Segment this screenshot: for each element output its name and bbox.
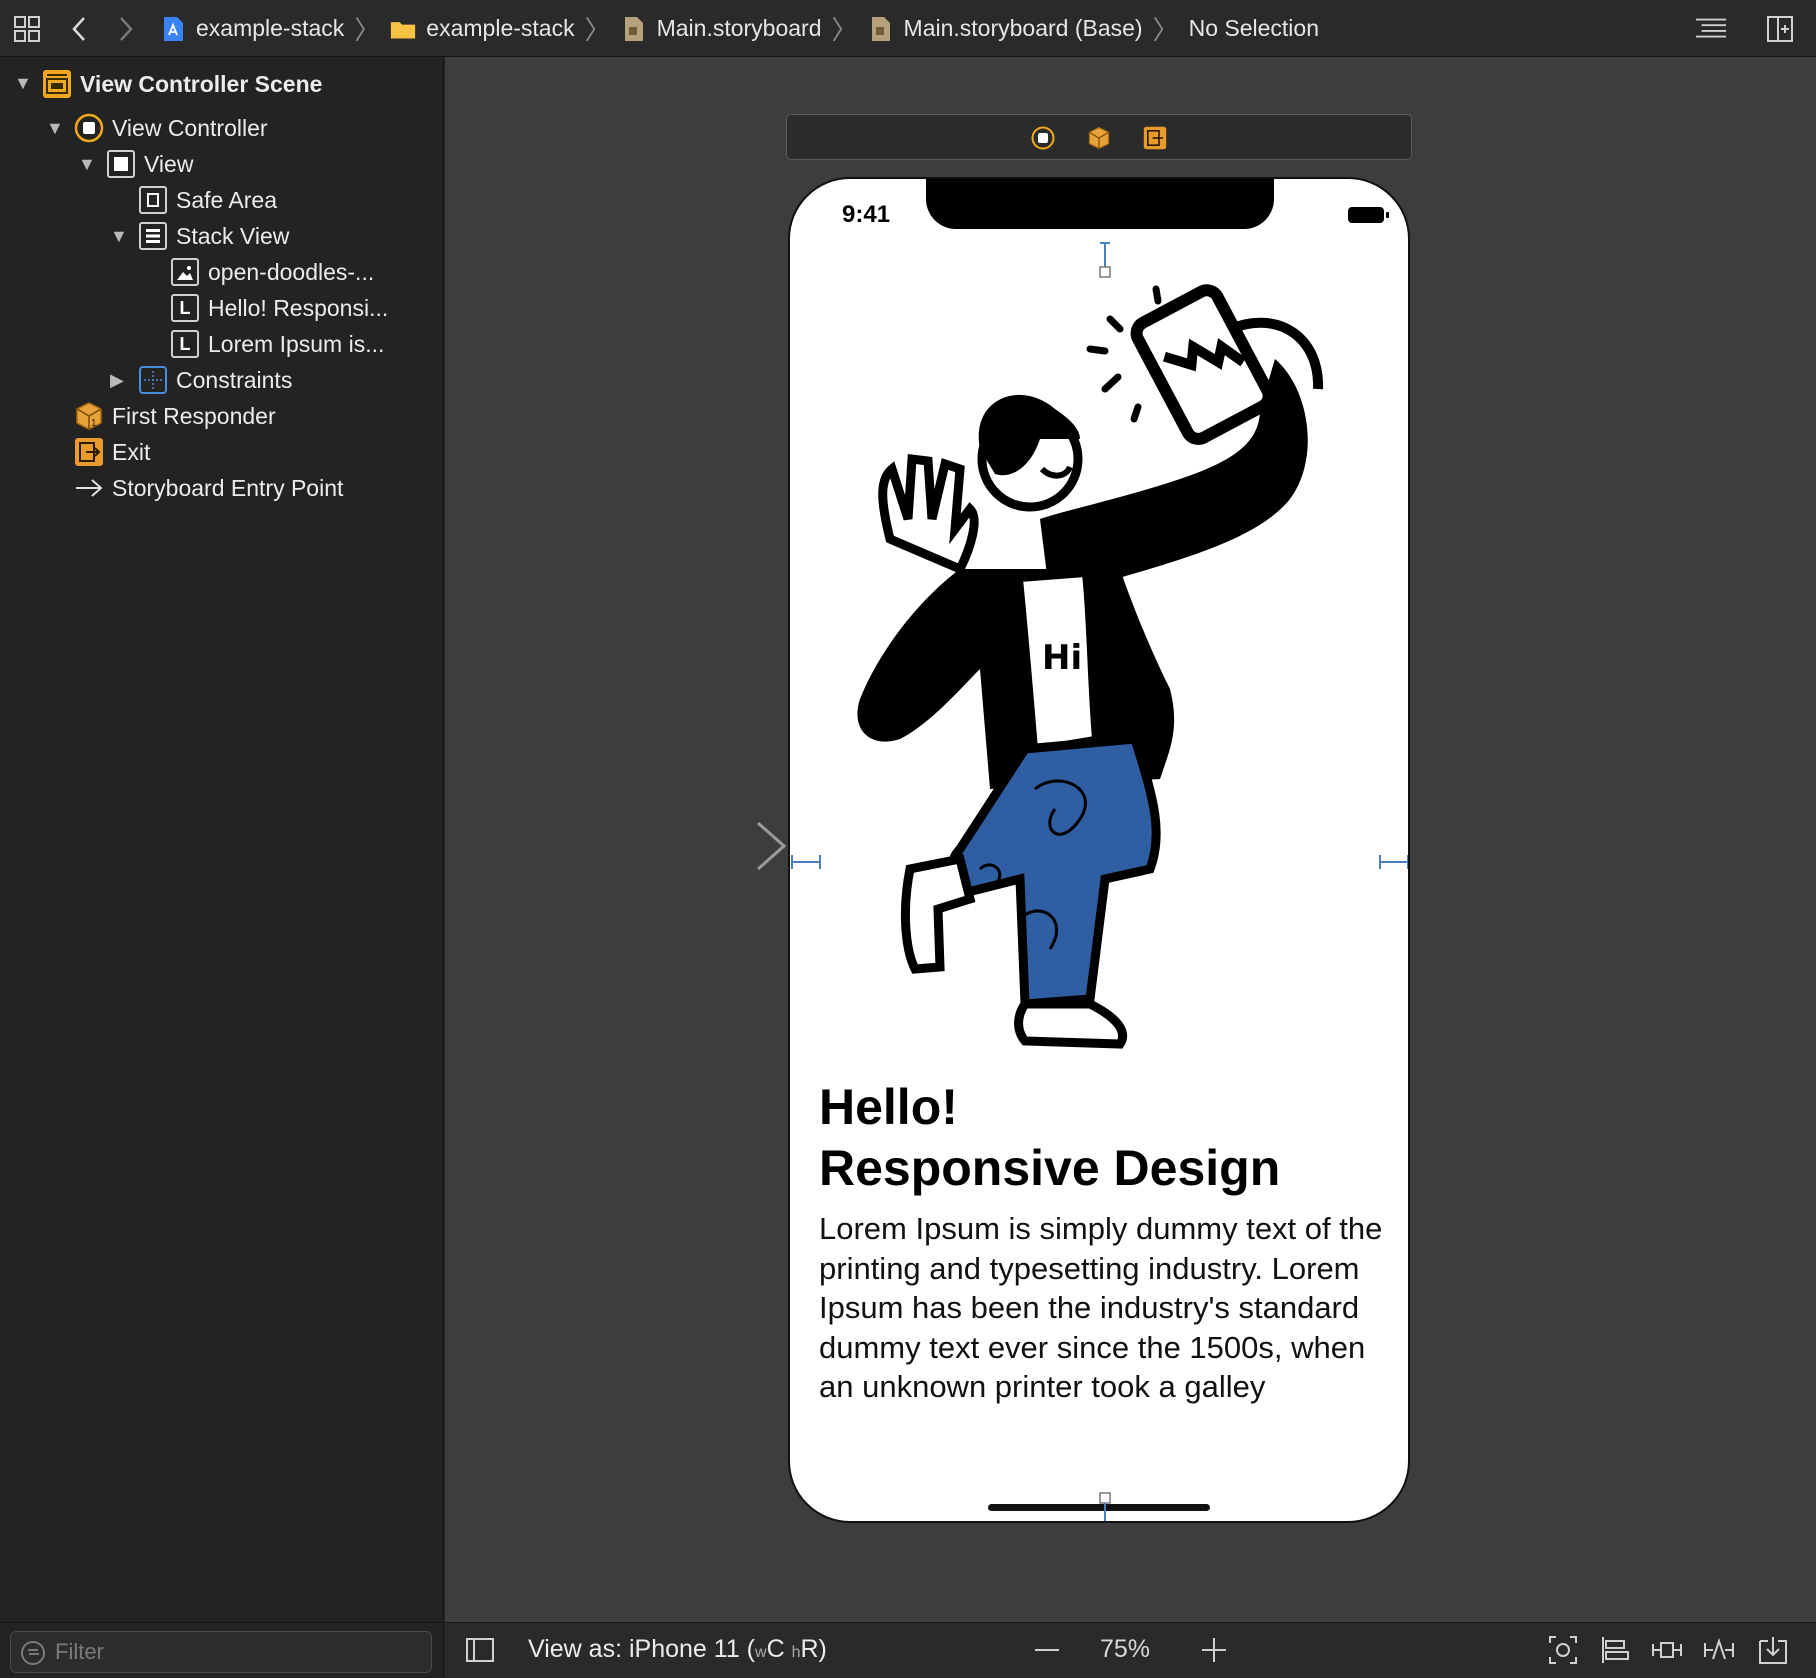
stack-view-icon <box>138 221 168 251</box>
outline-item-exit[interactable]: Exit <box>74 435 150 469</box>
first-responder-icon[interactable] <box>1087 126 1111 150</box>
document-outline: ▼ View Controller Scene ▼ View Controlle… <box>0 57 444 1622</box>
outline-item-view-controller[interactable]: View Controller <box>74 111 268 145</box>
zoom-in-icon[interactable] <box>1197 1633 1231 1667</box>
constraints-icon <box>138 365 168 395</box>
arrow-right-icon <box>74 473 104 503</box>
update-frames-icon[interactable] <box>1546 1633 1580 1667</box>
resolve-auto-layout-icon[interactable] <box>1702 1633 1736 1667</box>
device-notch <box>926 179 1274 229</box>
breadcrumb-selection[interactable]: No Selection <box>1189 15 1319 42</box>
view-controller-icon[interactable] <box>1031 126 1055 150</box>
outline-item-view[interactable]: View <box>106 147 193 181</box>
add-constraints-icon[interactable] <box>1650 1633 1684 1667</box>
device-configuration-button[interactable]: View as: iPhone 11 (wC hR) <box>528 1635 827 1664</box>
label-icon: L <box>170 293 200 323</box>
outline-filter-bar: Filter <box>0 1622 444 1678</box>
exit-icon[interactable] <box>1143 126 1167 150</box>
jump-bar: example-stack 〉 example-stack 〉 Main.sto… <box>0 0 1816 57</box>
battery-icon <box>1348 207 1389 223</box>
add-editor-icon[interactable] <box>1763 12 1797 46</box>
breadcrumb-project[interactable]: example-stack <box>160 15 344 42</box>
related-items-icon[interactable] <box>10 12 44 46</box>
chevron-right-icon: 〉 <box>584 15 611 45</box>
outline-item-image-view[interactable]: open-doodles-... <box>170 255 374 289</box>
breadcrumb-folder[interactable]: example-stack <box>390 15 575 42</box>
outline-item-constraints[interactable]: Constraints <box>138 363 292 397</box>
view-controller-icon <box>74 113 104 143</box>
leading-constraint-marker[interactable] <box>790 851 822 873</box>
chevron-right-icon: 〉 <box>354 15 381 45</box>
outline-item-stack-view[interactable]: Stack View <box>138 219 289 253</box>
disclosure-expanded-icon[interactable]: ▼ <box>14 74 32 92</box>
align-icon[interactable] <box>1598 1633 1632 1667</box>
outline-item-first-responder[interactable]: 1 First Responder <box>74 399 276 433</box>
bottom-constraint-marker[interactable] <box>1094 1491 1116 1523</box>
open-doodles-image-view[interactable]: Hi <box>820 269 1380 1059</box>
embed-in-icon[interactable] <box>1756 1633 1790 1667</box>
disclosure-expanded-icon[interactable]: ▼ <box>78 155 96 173</box>
outline-item-entry-point[interactable]: Storyboard Entry Point <box>74 471 343 505</box>
editor-options-icon[interactable] <box>1694 12 1728 46</box>
interface-builder-canvas[interactable]: 9:41 Hi Hello! Responsive Design Lorem I… <box>445 57 1816 1622</box>
zoom-level[interactable]: 75% <box>1100 1635 1150 1664</box>
label-icon: L <box>170 329 200 359</box>
status-bar-time: 9:41 <box>842 201 891 228</box>
canvas-bottom-bar: View as: iPhone 11 (wC hR) 75% <box>445 1622 1816 1678</box>
scene-dock <box>786 114 1412 160</box>
zoom-out-icon[interactable] <box>1030 1633 1064 1667</box>
safe-area-icon <box>138 185 168 215</box>
breadcrumb: example-stack 〉 example-stack 〉 Main.sto… <box>160 0 1319 57</box>
image-view-icon <box>170 257 200 287</box>
outline-item-label-hello[interactable]: L Hello! Responsi... <box>170 291 388 325</box>
trailing-constraint-marker[interactable] <box>1378 851 1410 873</box>
view-icon <box>106 149 136 179</box>
outline-item-label-lorem[interactable]: L Lorem Ipsum is... <box>170 327 384 361</box>
svg-text:1: 1 <box>91 418 97 429</box>
top-constraint-marker[interactable] <box>1094 241 1116 281</box>
back-icon[interactable] <box>63 12 97 46</box>
storyboard-file-icon <box>621 16 647 42</box>
disclosure-collapsed-icon[interactable]: ▶ <box>110 371 128 389</box>
filter-input[interactable]: Filter <box>10 1631 432 1673</box>
scene-icon <box>42 69 72 99</box>
shirt-hi-text: Hi <box>1042 638 1082 678</box>
hello-label[interactable]: Hello! Responsive Design <box>819 1077 1379 1199</box>
outline-item-scene[interactable]: View Controller Scene <box>42 67 322 101</box>
storyboard-file-icon <box>868 16 894 42</box>
lorem-ipsum-label[interactable]: Lorem Ipsum is simply dummy text of the … <box>819 1209 1389 1407</box>
storyboard-entry-arrow[interactable] <box>638 821 788 871</box>
filter-icon <box>21 1641 45 1665</box>
disclosure-expanded-icon[interactable]: ▼ <box>110 227 128 245</box>
first-responder-icon: 1 <box>74 401 104 431</box>
chevron-right-icon: 〉 <box>831 15 858 45</box>
toggle-outline-icon[interactable] <box>463 1633 497 1667</box>
exit-icon <box>74 437 104 467</box>
breadcrumb-storyboard-base[interactable]: Main.storyboard (Base) <box>868 15 1143 42</box>
device-frame-iphone-11: 9:41 Hi Hello! Responsive Design Lorem I… <box>788 177 1410 1523</box>
project-icon <box>160 16 186 42</box>
outline-item-safe-area[interactable]: Safe Area <box>138 183 277 217</box>
chevron-right-icon: 〉 <box>1152 15 1179 45</box>
disclosure-expanded-icon[interactable]: ▼ <box>46 119 64 137</box>
breadcrumb-storyboard[interactable]: Main.storyboard <box>621 15 822 42</box>
folder-icon <box>390 16 416 42</box>
forward-icon[interactable] <box>108 12 142 46</box>
